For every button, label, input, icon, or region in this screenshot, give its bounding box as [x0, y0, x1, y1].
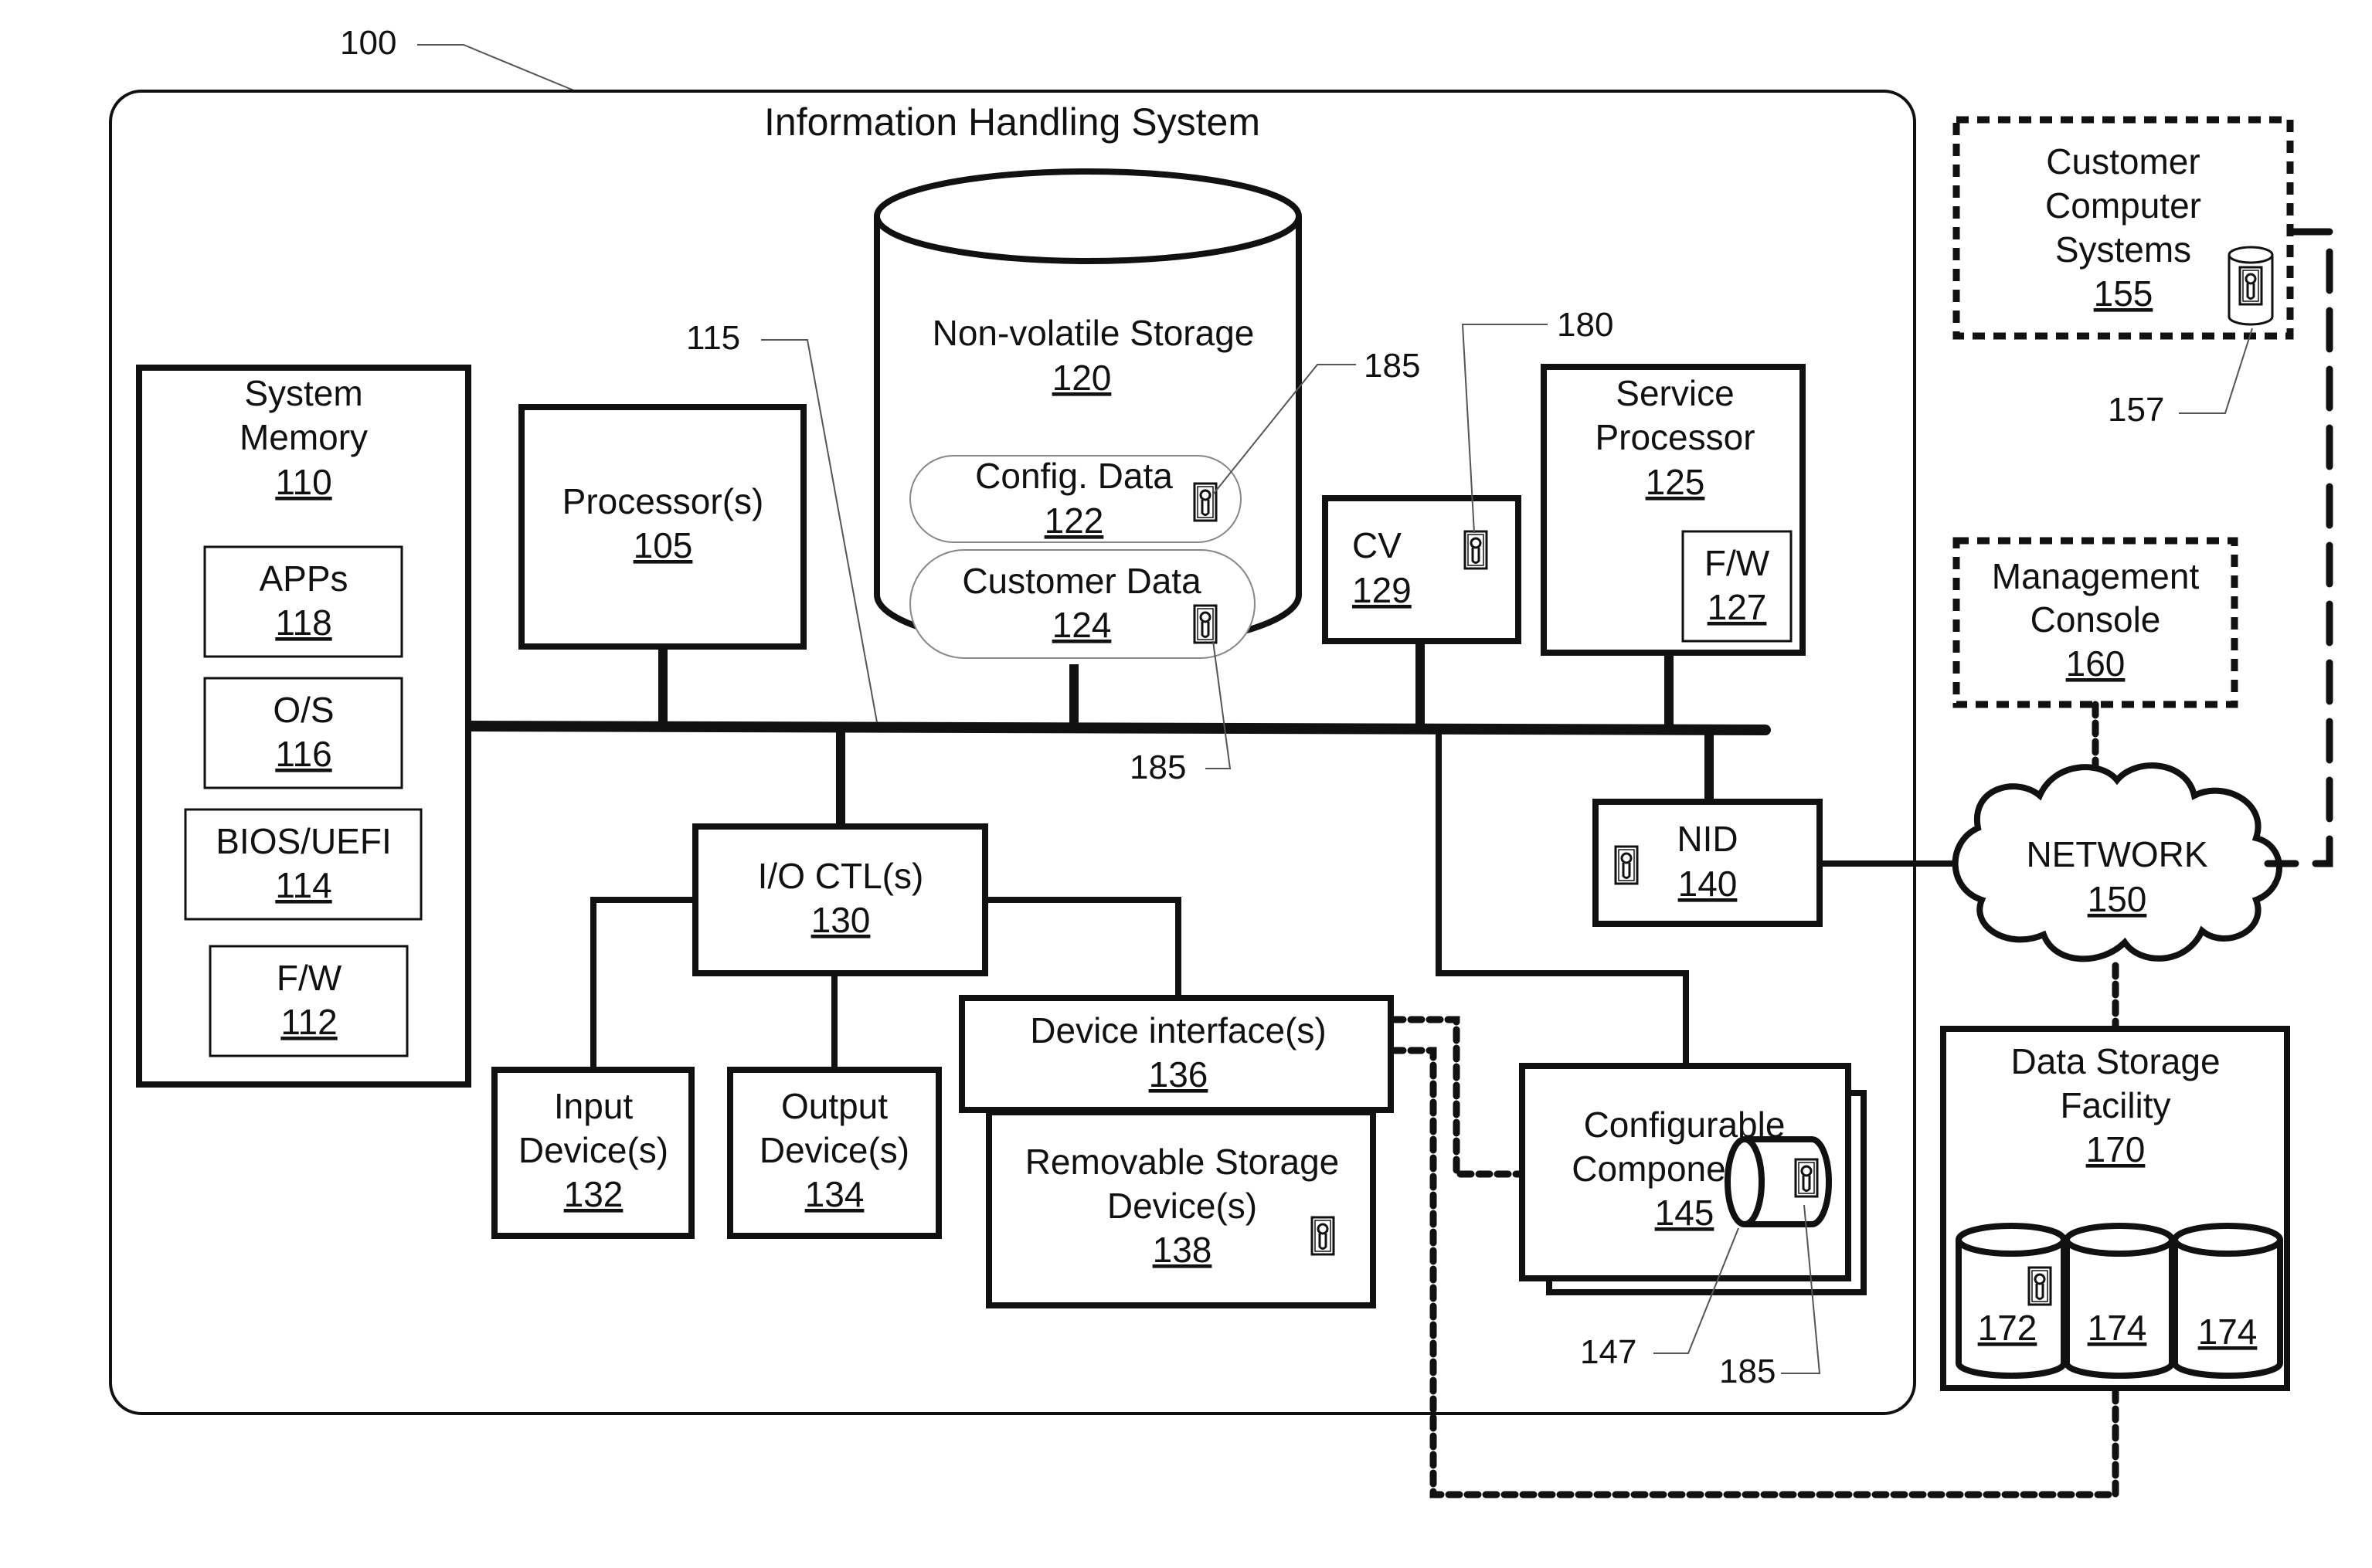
svg-text:120: 120 — [1052, 358, 1112, 398]
svg-text:112: 112 — [280, 1002, 337, 1042]
svg-text:124: 124 — [1052, 605, 1112, 645]
svg-text:160: 160 — [2066, 643, 2126, 684]
svg-text:CV: CV — [1352, 525, 1402, 565]
callout-157: 157 — [2108, 391, 2164, 429]
svg-text:136: 136 — [1149, 1054, 1208, 1095]
svg-text:125: 125 — [1646, 462, 1705, 502]
svg-text:F/W: F/W — [1704, 543, 1770, 583]
customer-data-region: Customer Data 124 — [909, 549, 1256, 659]
svg-text:132: 132 — [564, 1174, 624, 1214]
svg-text:110: 110 — [275, 462, 331, 502]
disk-174-b: 174 — [2172, 1223, 2283, 1379]
key-lock-icon — [1794, 1158, 1819, 1198]
callout-180: 180 — [1557, 306, 1613, 344]
svg-text:I/O CTL(s): I/O CTL(s) — [758, 856, 924, 896]
system-ref-callout: 100 — [340, 24, 396, 62]
svg-text:170: 170 — [2086, 1129, 2146, 1169]
key-lock-icon — [2238, 266, 2263, 306]
memory-firmware-box: F/W 112 — [209, 945, 409, 1057]
disk-172: 172 — [1956, 1223, 2067, 1379]
key-lock-icon — [1310, 1216, 1335, 1256]
svg-text:Console: Console — [2030, 599, 2161, 640]
svg-text:172: 172 — [1978, 1308, 2037, 1348]
component-storage-cylinder — [1725, 1136, 1832, 1227]
svg-text:127: 127 — [1708, 587, 1767, 627]
disk-174-a: 174 — [2064, 1223, 2175, 1379]
input-devices-box: Input Device(s) 132 — [491, 1067, 695, 1239]
svg-text:130: 130 — [811, 900, 871, 940]
svg-text:Processor: Processor — [1595, 417, 1755, 457]
svg-text:Systems: Systems — [2055, 229, 2191, 270]
bus-ref-callout: 115 — [686, 319, 740, 357]
device-interface-box: Device interface(s) 136 — [959, 995, 1394, 1113]
svg-text:Device interface(s): Device interface(s) — [1030, 1010, 1326, 1050]
svg-text:APPs: APPs — [259, 558, 348, 599]
svg-text:Customer: Customer — [2046, 141, 2200, 182]
svg-text:140: 140 — [1678, 864, 1738, 904]
management-console-box: Management Console 160 — [1952, 537, 2238, 708]
system-title: Information Handling System — [764, 100, 1260, 144]
svg-text:NETWORK: NETWORK — [2026, 834, 2207, 874]
svg-text:122: 122 — [1045, 501, 1104, 541]
svg-text:Non-volatile Storage: Non-volatile Storage — [933, 313, 1255, 353]
svg-text:174: 174 — [2088, 1308, 2147, 1348]
svg-text:155: 155 — [2094, 273, 2153, 314]
svg-text:Data Storage: Data Storage — [2010, 1041, 2220, 1081]
svg-text:System: System — [244, 373, 362, 413]
svg-text:150: 150 — [2088, 879, 2147, 919]
svg-text:Device(s): Device(s) — [518, 1130, 668, 1170]
service-processor-firmware-box: F/W 127 — [1681, 530, 1793, 643]
network-cloud: NETWORK 150 — [1952, 762, 2282, 962]
removable-storage-box: Removable Storage Device(s) 138 — [986, 1109, 1376, 1308]
svg-text:145: 145 — [1655, 1193, 1714, 1233]
key-lock-icon — [1193, 604, 1218, 644]
svg-text:Customer Data: Customer Data — [962, 561, 1201, 601]
svg-text:Removable Storage: Removable Storage — [1025, 1142, 1340, 1182]
system-bus — [464, 721, 1771, 735]
system-ref-leader — [417, 44, 576, 92]
callout-147: 147 — [1580, 1333, 1636, 1371]
svg-text:Input: Input — [554, 1086, 634, 1126]
svg-text:Memory: Memory — [240, 417, 368, 457]
nid-box: NID 140 — [1592, 799, 1823, 927]
callout-185-config: 185 — [1364, 347, 1420, 385]
svg-text:Computer: Computer — [2045, 185, 2201, 226]
svg-text:118: 118 — [275, 602, 331, 643]
key-lock-icon — [1614, 845, 1639, 885]
callout-185-customer: 185 — [1130, 748, 1186, 786]
svg-text:138: 138 — [1153, 1230, 1212, 1270]
svg-text:Management: Management — [1992, 556, 2200, 596]
svg-text:NID: NID — [1677, 819, 1738, 859]
svg-text:F/W: F/W — [277, 958, 342, 998]
apps-box: APPs 118 — [203, 545, 403, 658]
svg-text:Processor(s): Processor(s) — [562, 481, 764, 521]
svg-text:Config. Data: Config. Data — [975, 456, 1173, 496]
os-box: O/S 116 — [203, 677, 403, 789]
key-lock-icon — [1463, 530, 1488, 570]
config-data-region: Config. Data 122 — [909, 455, 1242, 543]
key-lock-icon — [1193, 482, 1218, 522]
svg-text:114: 114 — [275, 865, 331, 905]
svg-text:Device(s): Device(s) — [760, 1130, 909, 1170]
svg-text:129: 129 — [1352, 570, 1412, 610]
svg-text:174: 174 — [2198, 1312, 2258, 1352]
svg-text:Output: Output — [781, 1086, 888, 1126]
bios-uefi-box: BIOS/UEFI 114 — [184, 808, 423, 921]
svg-text:Service: Service — [1616, 373, 1734, 413]
processor-box: Processor(s) 105 — [518, 404, 807, 650]
output-devices-box: Output Device(s) 134 — [727, 1067, 942, 1239]
svg-text:Device(s): Device(s) — [1107, 1186, 1257, 1226]
svg-text:Facility: Facility — [2060, 1085, 2170, 1125]
svg-text:105: 105 — [634, 525, 693, 565]
cv-box: CV 129 — [1322, 495, 1521, 644]
svg-text:116: 116 — [275, 734, 331, 774]
svg-text:BIOS/UEFI: BIOS/UEFI — [216, 821, 391, 861]
svg-text:O/S: O/S — [273, 690, 334, 730]
io-controller-box: I/O CTL(s) 130 — [692, 823, 988, 976]
svg-text:134: 134 — [805, 1174, 865, 1214]
callout-185-component: 185 — [1719, 1352, 1776, 1390]
key-lock-icon — [2027, 1266, 2052, 1306]
information-handling-system-diagram: 100 Information Handling System 115 Syst… — [109, 24, 2333, 1498]
customer-storage-cylinder — [2228, 246, 2274, 326]
